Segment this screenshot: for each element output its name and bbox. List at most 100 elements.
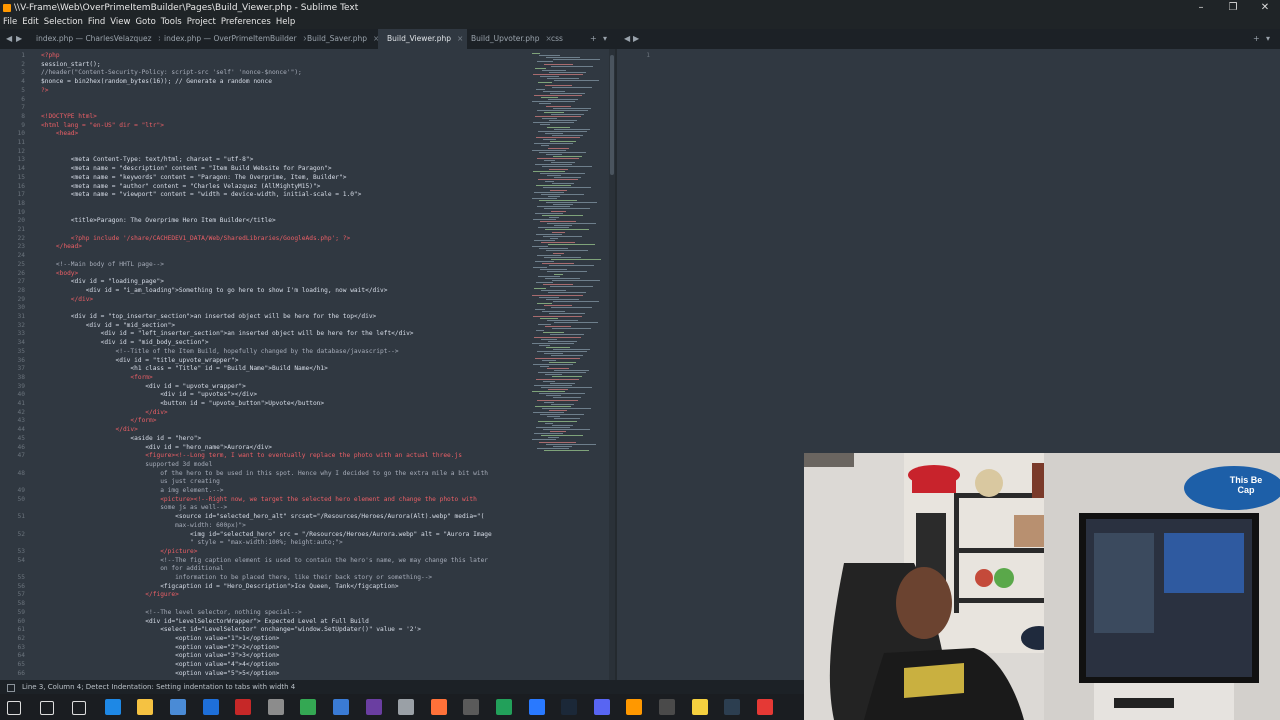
mail-icon[interactable] [202,699,219,715]
code-line[interactable]: 43 </form> [0,417,530,426]
code-line[interactable]: 44 </div> [0,426,530,435]
code-line[interactable]: 46 <div id = "hero_name">Aurora</div> [0,444,530,453]
code-line[interactable]: 62 <option value="1">1</option> [0,635,530,644]
menu-tools[interactable]: Tools [161,17,182,27]
code-line[interactable]: 51 <source id="selected_hero_alt" srcset… [0,513,530,522]
code-line[interactable]: 48 of the hero to be used in this spot. … [0,470,530,479]
tab-back-icon[interactable]: ◀ [6,29,12,49]
code-line[interactable]: 15 <meta name = "keywords" content = "Pa… [0,174,530,183]
code-line[interactable]: 18 [0,200,530,209]
code-line[interactable]: 39 <div id = "upvote_wrapper"> [0,383,530,392]
store-icon[interactable] [170,699,186,715]
panel-toggle-icon[interactable] [7,684,15,692]
tab-build-upvoter[interactable]: Build_Upvoter.php × [464,29,551,49]
code-line[interactable]: 14 <meta name = "description" content = … [0,165,530,174]
task-view-icon[interactable] [72,701,87,715]
code-line[interactable]: 47 <figure><!--Long term, I want to even… [0,452,530,461]
app-green-icon[interactable] [496,699,512,715]
new-tab-icon[interactable]: + [590,29,597,49]
pane2-forward-icon[interactable]: ▶ [633,29,639,49]
app-obs-icon[interactable] [463,699,480,715]
windows-start-icon[interactable] [7,701,21,715]
tab-css[interactable]: css [548,29,575,49]
code-line[interactable]: 4 $nonce = bin2hex(random_bytes(16)); // … [0,78,530,87]
code-line[interactable]: 28 <div id = "i_am_loading">Something to… [0,287,530,296]
code-line[interactable]: 9 <html lang = "en-US" dir = "ltr"> [0,122,530,131]
code-line[interactable]: 21 [0,226,530,235]
code-line[interactable]: 22 <?php include '/share/CACHEDEV1_DATA/… [0,235,530,244]
app-steam-icon[interactable] [561,699,578,715]
menu-selection[interactable]: Selection [44,17,83,27]
code-line[interactable]: 26 <body> [0,270,530,279]
menu-file[interactable]: File [3,17,17,27]
code-line[interactable]: 17 <meta name = "viewport" content = "wi… [0,191,530,200]
code-line[interactable]: 54 <!--The fig caption element is used t… [0,557,530,566]
tab-build-viewer[interactable]: Build_Viewer.php × [378,29,467,49]
app-red-icon[interactable] [235,699,252,715]
code-line[interactable]: 3 //header("Content-Security-Policy: scri… [0,69,530,78]
app-box-icon[interactable] [398,699,415,715]
code-line[interactable]: 65 <option value="4">4</option> [0,661,530,670]
tab-list-icon[interactable]: ▾ [603,29,607,49]
code-line[interactable]: 34 <div id = "mid_body_section"> [0,339,530,348]
code-line[interactable]: 7 [0,104,530,113]
menu-preferences[interactable]: Preferences [221,17,271,27]
menu-view[interactable]: View [110,17,130,27]
code-line[interactable]: 55 information to be placed there, like … [0,574,530,583]
edge-icon[interactable] [104,699,121,715]
app-a-icon[interactable] [333,699,349,715]
tab-index-overprime[interactable]: index.php — OverPrimeItemBuilder × [156,29,306,49]
code-line[interactable]: 35 <!--Title of the Item Build, hopefull… [0,348,530,357]
pane2-back-icon[interactable]: ◀ [624,29,630,49]
code-line[interactable]: 63 <option value="2">2</option> [0,644,530,653]
code-line[interactable]: 36 <div id = "title_upvote_wrapper"> [0,357,530,366]
code-line[interactable]: 30 [0,304,530,313]
code-line[interactable]: 20 <title>Paragon: The Overprime Hero It… [0,217,530,226]
tab-forward-icon[interactable]: ▶ [16,29,22,49]
menu-goto[interactable]: Goto [135,17,155,27]
app-x-icon[interactable] [659,699,675,715]
settings-icon[interactable] [267,699,284,715]
tab-index-charles[interactable]: index.php — CharlesVelazquez× [28,29,160,49]
code-line[interactable]: 45 <aside id = "hero"> [0,435,530,444]
code-line[interactable]: 42 </div> [0,409,530,418]
code-line[interactable]: 37 <h1 class = "Title" id = "Build_Name"… [0,365,530,374]
code-line[interactable]: 11 [0,139,530,148]
menu-edit[interactable]: Edit [22,17,38,27]
sublime-icon[interactable] [626,699,643,715]
scrollbar-thumb[interactable] [610,55,614,175]
close-button[interactable]: ✕ [1250,0,1280,16]
code-line[interactable]: 58 [0,600,530,609]
code-line[interactable]: 53 </picture> [0,548,530,557]
code-line[interactable]: 66 <option value="5">5</option> [0,670,530,679]
code-line[interactable]: some js as well--> [0,504,530,513]
code-line[interactable]: 5 ?> [0,87,530,96]
code-line[interactable]: 52 <img id="selected_hero" src = "/Resou… [0,531,530,540]
pane2-tab-list-icon[interactable]: ▾ [1266,29,1270,49]
code-line[interactable]: 60 <div id="LevelSelectorWrapper"> Expec… [0,618,530,627]
code-line[interactable]: max-width: 600px)"> [0,522,530,531]
app-terminal-icon[interactable] [724,699,741,715]
code-line[interactable]: 27 <div id = "loading_page"> [0,278,530,287]
code-line[interactable]: 25 <!--Main body of HHTL page--> [0,261,530,270]
tab-close-icon[interactable]: × [457,34,463,43]
code-line[interactable]: 29 </div> [0,296,530,305]
code-line[interactable]: us just creating [0,478,530,487]
app-note-icon[interactable] [691,699,708,715]
code-line[interactable]: 38 <form> [0,374,530,383]
code-line[interactable]: supported 3d model [0,461,530,470]
code-line[interactable]: 61 <select id="LevelSelector" onchange="… [0,626,530,635]
code-line[interactable]: 56 <figcaption id = "Hero_Description">I… [0,583,530,592]
code-line[interactable]: 57 </figure> [0,591,530,600]
menu-project[interactable]: Project [187,17,216,27]
pane2-new-tab-icon[interactable]: + [1253,29,1260,49]
chrome-icon[interactable] [300,699,317,715]
app-red2-icon[interactable] [756,699,773,715]
code-line[interactable]: 23 </head> [0,243,530,252]
code-line[interactable]: 16 <meta name = "author" content = "Char… [0,183,530,192]
code-line[interactable]: 24 [0,252,530,261]
code-line[interactable]: 19 [0,209,530,218]
code-line[interactable]: 41 <button id = "upvote_button">Upvote</… [0,400,530,409]
code-line[interactable]: 49 a img element.--> [0,487,530,496]
maximize-button[interactable]: ❐ [1218,0,1248,16]
